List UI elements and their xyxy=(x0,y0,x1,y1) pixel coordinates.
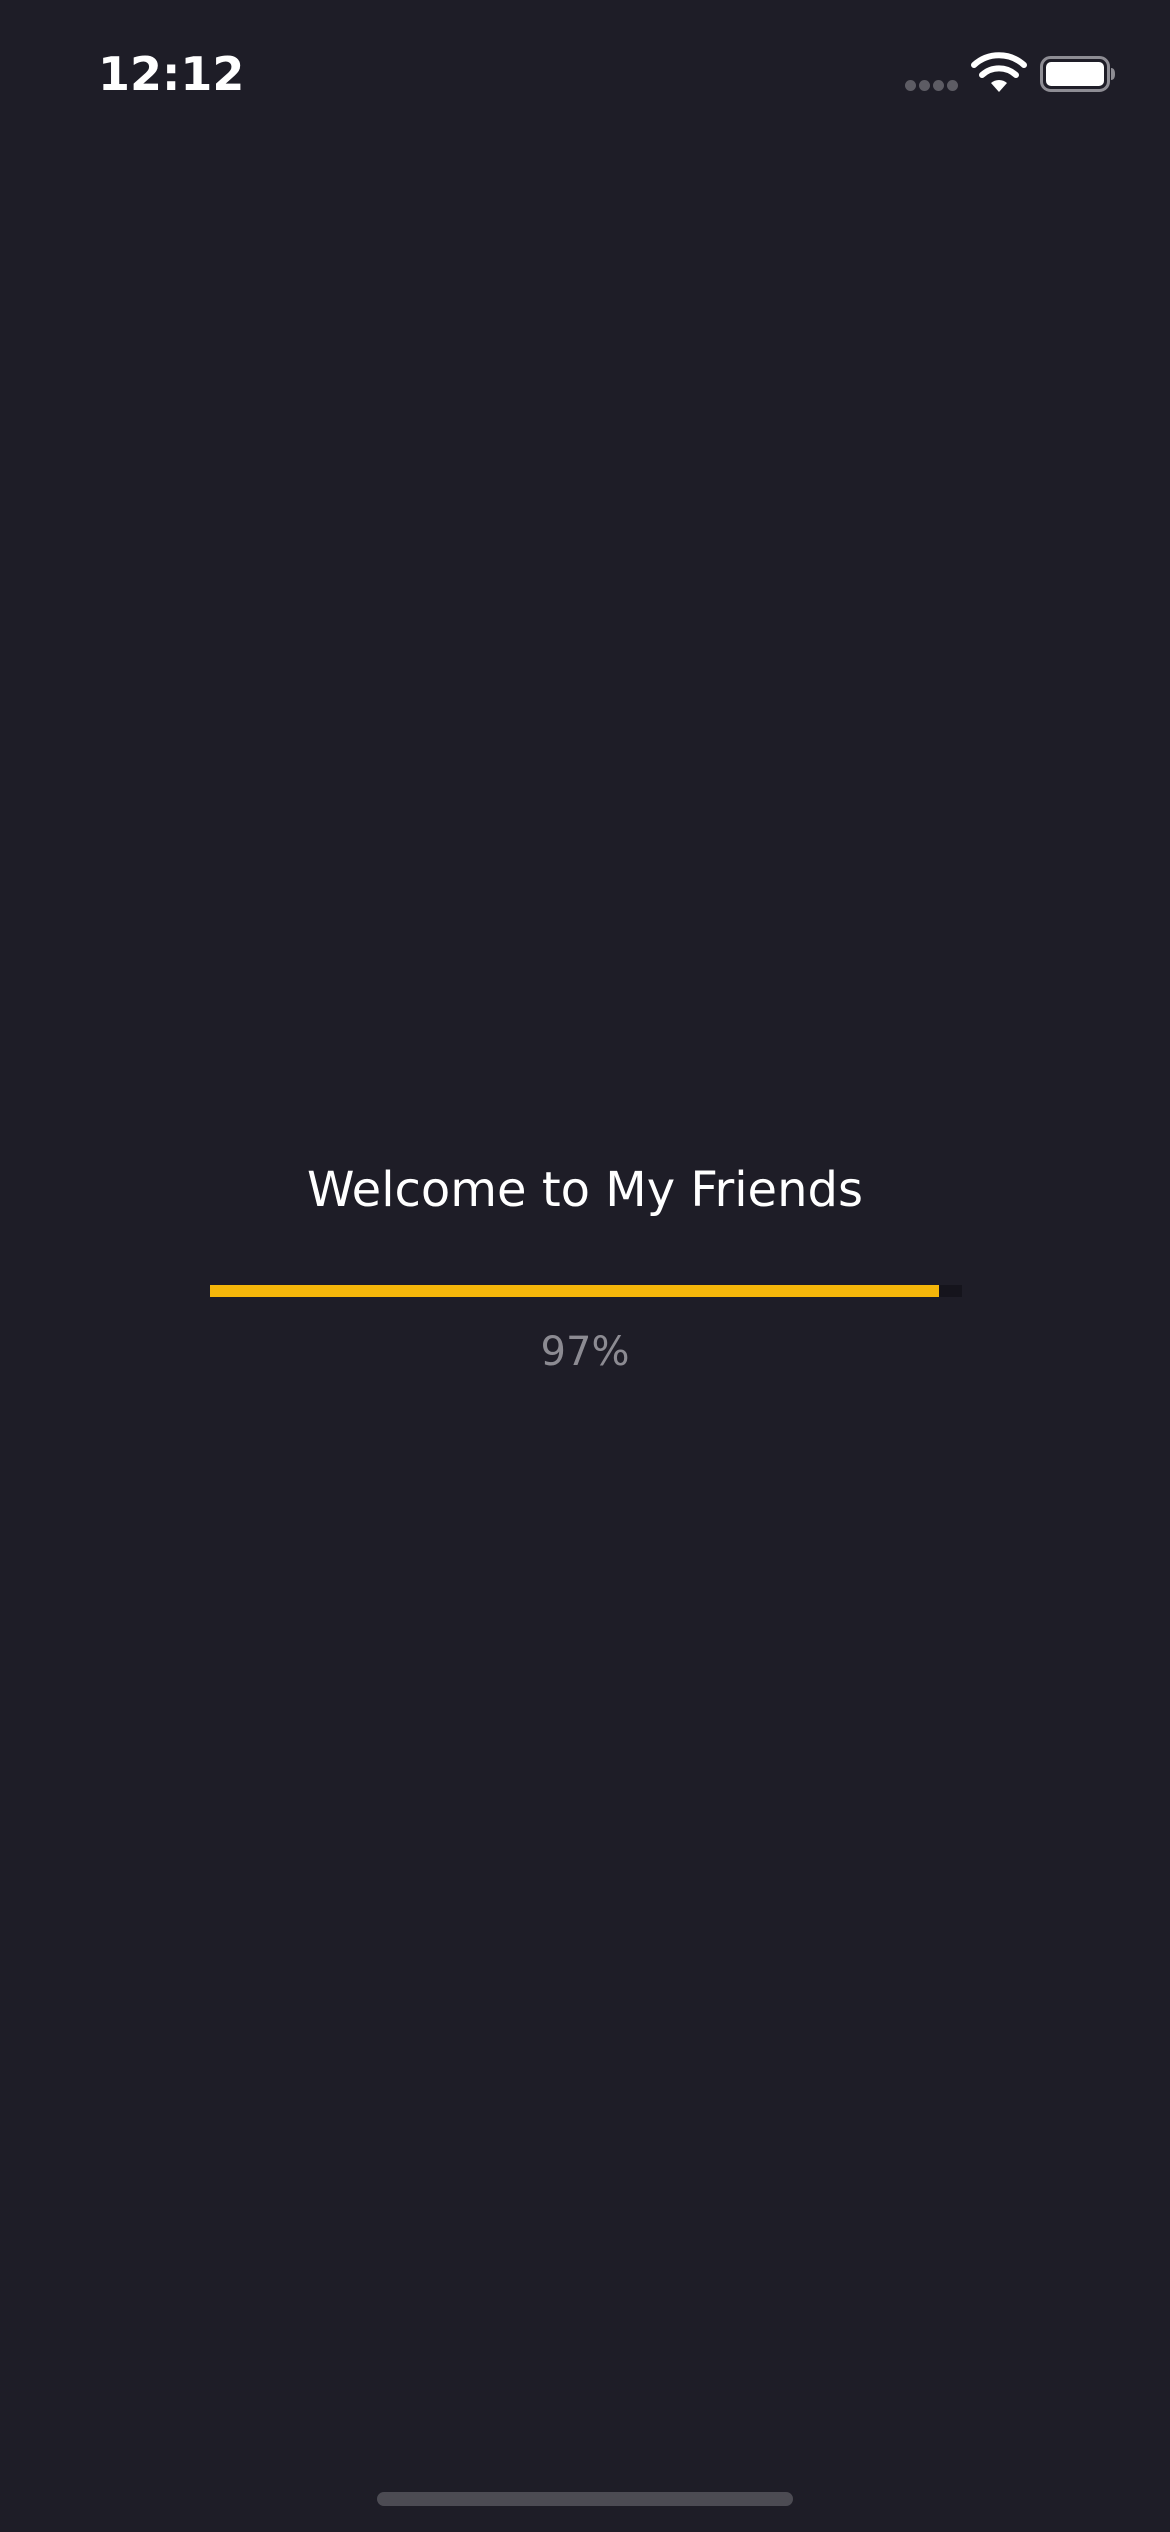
welcome-title: Welcome to My Friends xyxy=(307,1162,863,1218)
loading-progress-fill xyxy=(210,1285,940,1297)
loading-progress-bar xyxy=(210,1285,962,1297)
cellular-signal-icon xyxy=(905,80,961,92)
status-bar: 12:12 xyxy=(0,0,1170,150)
status-time: 12:12 xyxy=(98,47,245,101)
loading-percent-label: 97% xyxy=(540,1329,630,1375)
battery-icon xyxy=(1040,56,1115,92)
home-indicator[interactable] xyxy=(377,2492,793,2506)
wifi-icon xyxy=(971,52,1027,92)
